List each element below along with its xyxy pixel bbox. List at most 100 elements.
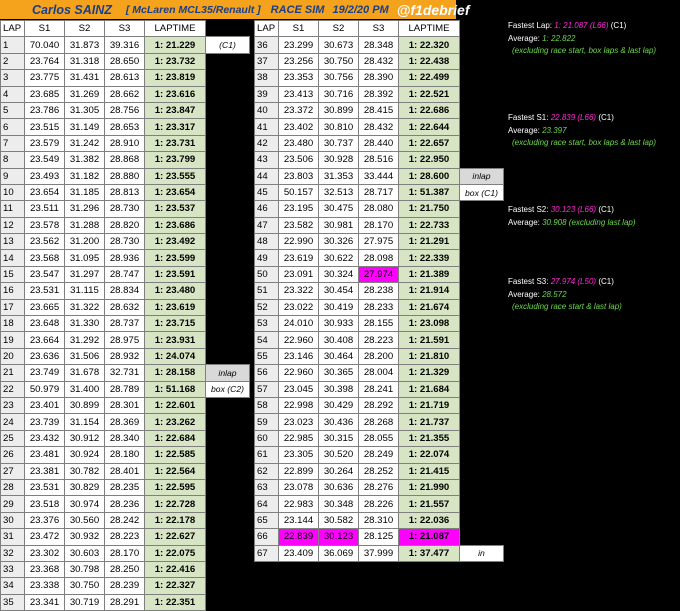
cell-s2: 30.326	[318, 233, 359, 251]
cell-s3: 28.252	[358, 462, 399, 480]
cell-note	[205, 545, 250, 562]
cell-s2: 31.149	[64, 118, 105, 136]
cell-laptime: 1: 22.438	[398, 52, 460, 71]
cell-laptime: 1: 22.320	[398, 36, 460, 54]
table-row: 18 23.648 31.330 28.737 1: 23.715	[0, 315, 250, 333]
column-header-s2: S2	[318, 19, 359, 38]
column-header-lap: LAP	[0, 19, 25, 38]
cell-s2: 30.622	[318, 249, 359, 267]
cell-laptime: 1: 23.591	[144, 265, 206, 284]
cell-laptime: 1: 24.074	[144, 347, 206, 366]
cell-s3: 28.730	[104, 200, 145, 218]
cell-note	[459, 36, 504, 54]
cell-note	[459, 331, 504, 349]
fastest-s2-label: Fastest S2:	[508, 205, 549, 214]
cell-lap: 11	[0, 200, 25, 218]
cell-laptime: 1: 21.591	[398, 331, 460, 349]
cell-lap: 15	[0, 265, 25, 284]
car-label: [ McLaren MCL35/Renault ]	[125, 3, 261, 16]
cell-s3: 28.975	[104, 331, 145, 349]
cell-note	[459, 135, 504, 152]
cell-laptime: 1: 51.168	[144, 380, 206, 398]
fastest-s1-label: Fastest S1:	[508, 113, 549, 122]
cell-s1: 70.040	[24, 36, 65, 54]
cell-laptime: 1: 23.799	[144, 151, 206, 169]
cell-note	[459, 233, 504, 250]
cell-laptime: 1: 22.339	[398, 249, 460, 267]
cell-laptime: 1: 23.098	[398, 315, 460, 333]
cell-s1: 23.256	[278, 52, 319, 71]
cell-s2: 30.436	[318, 413, 359, 431]
table-row: 23 23.401 30.899 28.301 1: 22.601	[0, 396, 250, 415]
cell-s3: 28.233	[358, 298, 399, 317]
cell-lap: 24	[0, 413, 25, 431]
cell-s3: 28.080	[358, 200, 399, 218]
cell-laptime: 1: 37.477	[398, 544, 460, 562]
cell-s2: 30.520	[318, 446, 359, 464]
header-row: LAP S1 S2 S3 LAPTIME	[254, 19, 504, 38]
cell-lap: 9	[0, 167, 25, 185]
table-row: 1 70.040 31.873 39.316 1: 21.229 (C1)	[0, 36, 250, 54]
cell-s2: 30.264	[318, 462, 359, 480]
cell-s2: 30.798	[64, 560, 105, 579]
cell-s3: 28.717	[358, 183, 399, 202]
cell-lap: 5	[0, 101, 25, 120]
cell-s3: 28.348	[358, 36, 399, 54]
cell-lap: 62	[254, 462, 279, 480]
cell-s1: 23.739	[24, 413, 65, 431]
cell-s1: 23.547	[24, 265, 65, 284]
table-row: 46 23.195 30.475 28.080 1: 21.750	[254, 200, 504, 218]
cell-s3: 28.291	[104, 593, 145, 611]
cell-lap: 26	[0, 446, 25, 464]
table-row: 17 23.665 31.322 28.632 1: 23.619	[0, 298, 250, 317]
cell-lap: 28	[0, 478, 25, 497]
cell-laptime: 1: 21.087	[398, 528, 460, 546]
table-row: 5 23.786 31.305 28.756 1: 23.847	[0, 101, 250, 120]
cell-s2: 31.305	[64, 101, 105, 120]
table-row: 48 22.990 30.326 27.975 1: 21.291	[254, 233, 504, 251]
cell-s1: 23.775	[24, 69, 65, 87]
cell-note	[459, 446, 504, 464]
avg-s3-value: 28.572	[542, 289, 567, 299]
fastest-s1-panel: Fastest S1: 22.839 (L66) (C1) Average: 2…	[508, 112, 680, 150]
cell-s3: 28.516	[358, 151, 399, 169]
cell-lap: 52	[254, 298, 279, 317]
cell-laptime: 1: 23.931	[144, 331, 206, 349]
cell-s1: 23.409	[278, 544, 319, 562]
cell-note	[459, 249, 504, 267]
cell-note: box (C1)	[459, 183, 504, 202]
cell-note	[459, 397, 504, 414]
cell-s2: 30.974	[64, 495, 105, 513]
cell-note	[205, 512, 250, 529]
session-label: RACE SIM	[270, 3, 325, 16]
cell-s3: 28.432	[358, 52, 399, 71]
table-row: 54 22.960 30.408 28.223 1: 21.591	[254, 331, 504, 349]
cell-s2: 30.324	[318, 265, 359, 284]
cell-s2: 30.924	[64, 446, 105, 464]
table-row: 14 23.568 31.095 28.936 1: 23.599	[0, 249, 250, 267]
cell-lap: 38	[254, 69, 279, 87]
cell-laptime: 1: 23.731	[144, 134, 206, 153]
cell-s1: 23.144	[278, 511, 319, 530]
table-row: 47 23.582 30.981 28.170 1: 22.733	[254, 216, 504, 235]
note-spacer	[205, 20, 250, 37]
cell-s3: 28.238	[358, 282, 399, 300]
cell-note	[459, 266, 504, 283]
cell-note: (C1)	[205, 36, 250, 54]
cell-note	[205, 184, 250, 201]
cell-note	[205, 86, 250, 103]
cell-laptime: 1: 23.819	[144, 69, 206, 87]
cell-laptime: 1: 21.914	[398, 282, 460, 300]
cell-note	[205, 118, 250, 136]
cell-lap: 63	[254, 478, 279, 497]
cell-s3: 28.401	[104, 462, 145, 480]
cell-s1: 23.299	[278, 36, 319, 54]
table-row: 6 23.515 31.149 28.653 1: 23.317	[0, 118, 250, 136]
table-row: 40 23.372 30.899 28.415 1: 22.686	[254, 101, 504, 120]
cell-s2: 30.716	[318, 85, 359, 103]
cell-s1: 22.985	[278, 429, 319, 448]
table-row: 29 23.518 30.974 28.236 1: 22.728	[0, 495, 250, 513]
cell-lap: 46	[254, 200, 279, 218]
cell-s3: 28.226	[358, 495, 399, 513]
cell-lap: 35	[0, 593, 25, 611]
